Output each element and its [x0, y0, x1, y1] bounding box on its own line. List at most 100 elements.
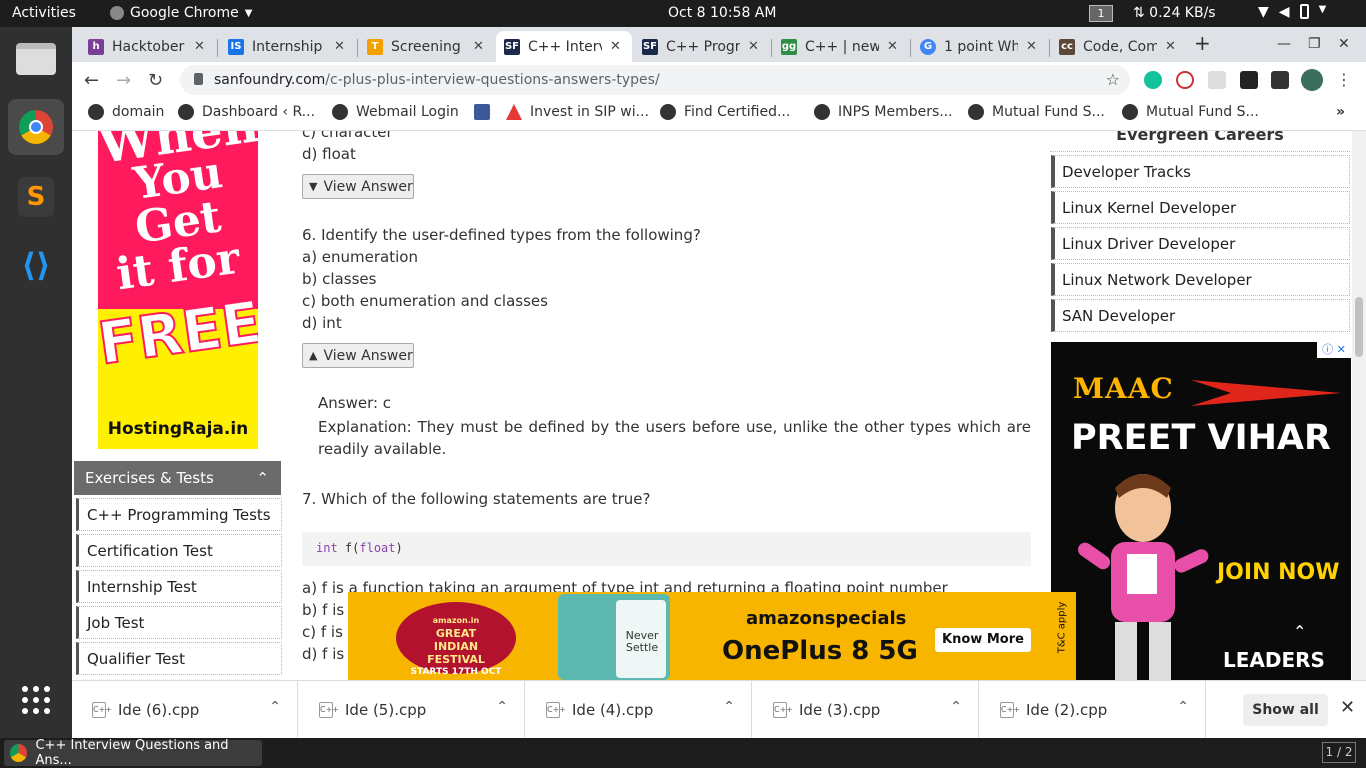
workspace-indicator[interactable]: 1 — [1089, 5, 1113, 22]
download-item[interactable]: C++ Ide (6).cpp ⌃ — [72, 681, 298, 739]
know-more-button[interactable]: Know More — [935, 628, 1031, 652]
grammarly-icon[interactable] — [1144, 71, 1162, 89]
profile-avatar[interactable] — [1301, 69, 1323, 91]
tab-codechef[interactable]: cc Code, Com ✕ — [1051, 31, 1187, 62]
extensions-puzzle-icon[interactable] — [1271, 71, 1289, 89]
bookmark-webmail[interactable]: Webmail Login — [332, 104, 459, 120]
ext-bird-icon[interactable] — [1240, 71, 1258, 89]
bookmark-domain[interactable]: domain — [88, 104, 164, 120]
exercises-header[interactable]: Exercises & Tests ⌃ — [74, 461, 281, 495]
career-link[interactable]: Linux Kernel Developer — [1051, 191, 1350, 224]
tab-internship[interactable]: IS Internship ✕ — [220, 31, 356, 62]
workspace-pager[interactable]: 1 / 2 — [1322, 742, 1356, 763]
chevron-up-icon[interactable]: ⌃ — [496, 699, 508, 715]
close-tab-icon[interactable]: ✕ — [610, 39, 621, 54]
page-scrollbar[interactable] — [1352, 131, 1366, 680]
bookmark-mutual-fund-2[interactable]: Mutual Fund S... — [1122, 104, 1259, 120]
chrome-menu-icon[interactable]: ⋮ — [1336, 70, 1352, 89]
bookmark-inps-members[interactable]: INPS Members... — [814, 104, 953, 120]
hostingraja-ad[interactable]: When You Get it for FREE HostingRaja.in — [98, 131, 258, 449]
new-tab-button[interactable]: + — [1194, 31, 1211, 55]
close-downloads-icon[interactable]: ✕ — [1340, 697, 1355, 718]
career-link[interactable]: Developer Tracks — [1051, 155, 1350, 188]
tab-google-search[interactable]: G 1 point Wh ✕ — [912, 31, 1048, 62]
bookmark-invest-sip[interactable]: Invest in SIP wi... — [506, 104, 649, 120]
codechef-icon: cc — [1059, 38, 1075, 55]
close-tab-icon[interactable]: ✕ — [473, 39, 484, 54]
career-link[interactable]: SAN Developer — [1051, 299, 1350, 332]
address-bar[interactable]: sanfoundry.com/c-plus-plus-interview-que… — [180, 65, 1130, 95]
tab-cpp-programs[interactable]: SF C++ Progra ✕ — [634, 31, 770, 62]
bookmark-find-certified[interactable]: Find Certified... — [660, 104, 790, 120]
tab-hacktober[interactable]: h Hacktober ✕ — [80, 31, 216, 62]
minimize-button[interactable]: — — [1277, 36, 1291, 52]
download-item[interactable]: C++ Ide (2).cpp ⌃ — [980, 681, 1206, 739]
activities-button[interactable]: Activities — [12, 5, 76, 21]
close-tab-icon[interactable]: ✕ — [334, 39, 345, 54]
chrome-icon — [110, 6, 124, 20]
ad-choices-icon[interactable]: ⓘ ✕ — [1317, 342, 1351, 358]
q6-option-c: c) both enumeration and classes — [302, 292, 548, 310]
geeksforgeeks-icon: gg — [781, 38, 797, 55]
maximize-button[interactable]: ❐ — [1308, 36, 1321, 52]
code-paren: ) — [395, 541, 403, 555]
close-tab-icon[interactable]: ✕ — [1026, 39, 1037, 54]
system-tray[interactable]: ▼ ◀ ▼ — [1258, 4, 1326, 20]
tab-label: Hacktober — [112, 38, 185, 55]
download-item[interactable]: C++ Ide (5).cpp ⌃ — [299, 681, 525, 739]
app-menu[interactable]: Google Chrome ▼ — [110, 5, 252, 21]
sublime-text-app[interactable]: S — [8, 169, 64, 225]
reload-button[interactable]: ↻ — [148, 70, 163, 91]
chevron-up-icon[interactable]: ⌃ — [1177, 699, 1189, 715]
close-window-button[interactable]: ✕ — [1338, 36, 1350, 52]
show-apps-button[interactable] — [8, 672, 64, 728]
forward-button[interactable]: → — [116, 70, 131, 91]
show-all-button[interactable]: Show all — [1243, 694, 1328, 726]
tab-cpp-interview[interactable]: SF C++ Intervi ✕ — [496, 31, 632, 62]
chevron-up-icon[interactable]: ⌃ — [723, 699, 735, 715]
exercises-title: Exercises & Tests — [85, 469, 214, 487]
close-tab-icon[interactable]: ✕ — [194, 39, 205, 54]
exercise-link[interactable]: Job Test — [76, 606, 282, 639]
system-top-bar: Activities Google Chrome ▼ Oct 8 10:58 A… — [0, 0, 1366, 27]
close-tab-icon[interactable]: ✕ — [1165, 39, 1176, 54]
view-answer-button[interactable]: ▼ View Answer — [302, 174, 414, 199]
tab-screening[interactable]: T Screening ✕ — [359, 31, 495, 62]
career-link[interactable]: Linux Network Developer — [1051, 263, 1350, 296]
more-bookmarks-icon[interactable]: » — [1336, 104, 1345, 120]
view-answer-button[interactable]: ▲ View Answer — [302, 343, 414, 368]
exercise-link[interactable]: Internship Test — [76, 570, 282, 603]
facebook-icon — [474, 104, 490, 120]
files-app[interactable] — [8, 31, 64, 87]
taskbar-window-button[interactable]: C++ Interview Questions and Ans... — [4, 738, 262, 768]
close-tab-icon[interactable]: ✕ — [748, 39, 759, 54]
browser-toolbar: ← → ↻ sanfoundry.com/c-plus-plus-intervi… — [72, 62, 1366, 98]
chevron-up-icon[interactable]: ⌃ — [950, 699, 962, 715]
ad-fine-print: T&C apply — [1056, 601, 1068, 654]
ext-gray-icon[interactable] — [1208, 71, 1226, 89]
bookmark-dashboard[interactable]: Dashboard ‹ R... — [178, 104, 315, 120]
code-keyword: float — [359, 541, 396, 555]
download-item[interactable]: C++ Ide (3).cpp ⌃ — [753, 681, 979, 739]
back-button[interactable]: ← — [84, 70, 99, 91]
bookmark-facebook[interactable] — [474, 104, 498, 120]
exercise-link[interactable]: C++ Programming Tests — [76, 498, 282, 531]
clock[interactable]: Oct 8 10:58 AM — [668, 5, 776, 21]
tab-geeksforgeeks[interactable]: gg C++ | new a ✕ — [773, 31, 909, 62]
download-item[interactable]: C++ Ide (4).cpp ⌃ — [526, 681, 752, 739]
ad-location: PREET VIHAR — [1071, 418, 1331, 458]
exercise-link[interactable]: Qualifier Test — [76, 642, 282, 675]
bookmark-mutual-fund-1[interactable]: Mutual Fund S... — [968, 104, 1105, 120]
close-tab-icon[interactable]: ✕ — [887, 39, 898, 54]
bookmark-label: INPS Members... — [838, 104, 953, 120]
scrollbar-thumb[interactable] — [1355, 297, 1363, 357]
chrome-app[interactable] — [8, 99, 64, 155]
bookmark-star-icon[interactable]: ☆ — [1106, 70, 1120, 89]
vscode-app[interactable]: ⟨⟩ — [8, 237, 64, 293]
exercise-link[interactable]: Certification Test — [76, 534, 282, 567]
chevron-up-icon[interactable]: ⌃ — [269, 699, 281, 715]
maac-ad[interactable]: ⓘ ✕ MAAC PREET VIHAR JOIN NOW ⌃ LEADERS — [1051, 342, 1351, 680]
amazon-oneplus-ad[interactable]: amazon.in GREAT INDIAN FESTIVAL STARTS 1… — [348, 592, 1076, 680]
career-link[interactable]: Linux Driver Developer — [1051, 227, 1350, 260]
ext-red-icon[interactable] — [1176, 71, 1194, 89]
